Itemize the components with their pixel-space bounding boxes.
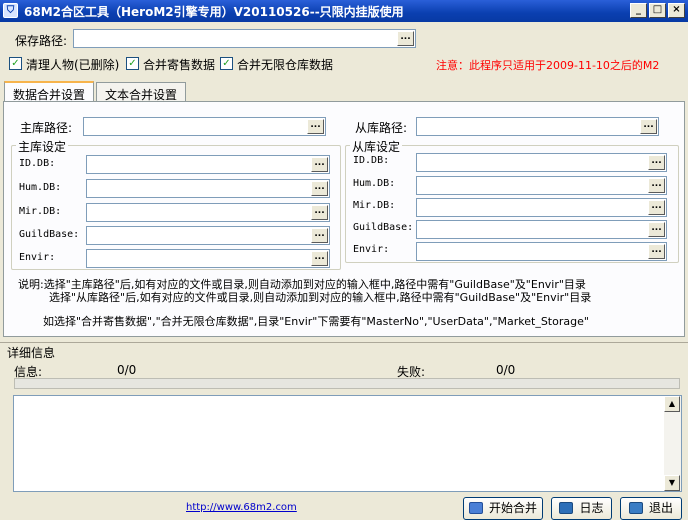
slave-mir-db-input[interactable]: ... bbox=[416, 198, 667, 217]
main-db-browse-button[interactable]: ... bbox=[307, 119, 324, 134]
main-envir-browse-button[interactable]: ... bbox=[311, 251, 328, 266]
merge-icon bbox=[468, 502, 483, 514]
instruction-line-2: 选择"从库路径"后,如有对应的文件或目录,则自动添加到对应的输入框中,路径中需有… bbox=[49, 291, 592, 304]
details-divider bbox=[0, 342, 688, 343]
main-db-path-input[interactable]: ... bbox=[83, 117, 326, 136]
details-header: 详细信息 bbox=[7, 346, 56, 360]
slave-envir-input[interactable]: ... bbox=[416, 242, 667, 261]
data-merge-panel: 主库路径: ... 从库路径: ... 主库设定 ID.DB: ... Hum.… bbox=[3, 101, 685, 337]
notice-text: 注意：此程序只适用于2009-11-10之后的M2 bbox=[436, 59, 660, 72]
clear-characters-checkbox[interactable]: ✓ bbox=[9, 57, 22, 70]
merge-storage-checkbox[interactable]: ✓ bbox=[220, 57, 233, 70]
slave-envir-label: Envir: bbox=[353, 244, 390, 255]
app-shield-icon: ⛉ bbox=[3, 3, 18, 18]
slave-mir-db-label: Mir.DB: bbox=[353, 200, 396, 211]
tab-text-merge[interactable]: 文本合并设置 bbox=[96, 82, 187, 102]
slave-id-db-browse-button[interactable]: ... bbox=[648, 155, 665, 170]
main-hum-db-input[interactable]: ... bbox=[86, 179, 330, 198]
main-db-path-label: 主库路径: bbox=[20, 121, 73, 135]
start-merge-button[interactable]: 开始合并 bbox=[463, 497, 543, 520]
website-link[interactable]: http://www.68m2.com bbox=[186, 502, 297, 513]
info-value: 0/0 bbox=[117, 363, 137, 377]
main-id-db-input[interactable]: ... bbox=[86, 155, 330, 174]
tab-data-merge[interactable]: 数据合并设置 bbox=[4, 81, 95, 103]
window-title: 68M2合区工具（HeroM2引擎专用）V20110526--只限内挂版使用 bbox=[24, 5, 404, 19]
slave-envir-browse-button[interactable]: ... bbox=[648, 244, 665, 259]
exit-button-label: 退出 bbox=[648, 501, 673, 515]
scroll-up-icon[interactable]: ▲ bbox=[664, 396, 680, 412]
log-scrollbar[interactable]: ▲ ▼ bbox=[664, 396, 681, 491]
slave-hum-db-browse-button[interactable]: ... bbox=[648, 178, 665, 193]
save-path-input[interactable]: ... bbox=[73, 29, 416, 48]
log-button-label: 日志 bbox=[579, 501, 604, 515]
save-path-browse-button[interactable]: ... bbox=[397, 31, 414, 46]
slave-mir-db-browse-button[interactable]: ... bbox=[648, 200, 665, 215]
slave-db-path-label: 从库路径: bbox=[355, 121, 408, 135]
exit-door-icon bbox=[628, 502, 643, 514]
exit-button[interactable]: 退出 bbox=[620, 497, 682, 520]
slave-id-db-input[interactable]: ... bbox=[416, 153, 667, 172]
slave-guildbase-input[interactable]: ... bbox=[416, 220, 667, 239]
slave-guildbase-browse-button[interactable]: ... bbox=[648, 222, 665, 237]
main-envir-input[interactable]: ... bbox=[86, 249, 330, 268]
clear-characters-label: 清理人物(已删除) bbox=[26, 58, 120, 72]
main-mir-db-label: Mir.DB: bbox=[19, 206, 62, 217]
main-guildbase-browse-button[interactable]: ... bbox=[311, 228, 328, 243]
main-hum-db-browse-button[interactable]: ... bbox=[311, 181, 328, 196]
title-bar: ⛉ 68M2合区工具（HeroM2引擎专用）V20110526--只限内挂版使用… bbox=[0, 0, 688, 22]
slave-hum-db-label: Hum.DB: bbox=[353, 178, 396, 189]
main-envir-label: Envir: bbox=[19, 252, 56, 263]
main-mir-db-browse-button[interactable]: ... bbox=[311, 205, 328, 220]
fail-value: 0/0 bbox=[496, 363, 516, 377]
slave-db-group: 从库设定 ID.DB: ... Hum.DB: ... Mir.DB: ... … bbox=[345, 138, 679, 263]
main-guildbase-input[interactable]: ... bbox=[86, 226, 330, 245]
merge-storage-label: 合并无限仓库数据 bbox=[237, 58, 334, 72]
main-db-group: 主库设定 ID.DB: ... Hum.DB: ... Mir.DB: ... … bbox=[11, 138, 341, 270]
slave-db-path-input[interactable]: ... bbox=[416, 117, 659, 136]
main-hum-db-label: Hum.DB: bbox=[19, 182, 62, 193]
main-db-group-title: 主库设定 bbox=[16, 138, 69, 155]
log-button[interactable]: 日志 bbox=[551, 497, 612, 520]
save-path-label: 保存路径: bbox=[15, 34, 68, 48]
start-merge-label: 开始合并 bbox=[488, 501, 537, 515]
main-id-db-label: ID.DB: bbox=[19, 158, 56, 169]
main-guildbase-label: GuildBase: bbox=[19, 229, 80, 240]
slave-hum-db-input[interactable]: ... bbox=[416, 176, 667, 195]
main-mir-db-input[interactable]: ... bbox=[86, 203, 330, 222]
merge-progress-bar bbox=[14, 378, 680, 389]
merge-consignment-checkbox[interactable]: ✓ bbox=[126, 57, 139, 70]
minimize-button[interactable]: _ bbox=[630, 3, 647, 18]
log-textarea[interactable]: ▲ ▼ bbox=[13, 395, 682, 492]
slave-guildbase-label: GuildBase: bbox=[353, 222, 414, 233]
maximize-button[interactable]: □ bbox=[649, 3, 666, 18]
slave-db-browse-button[interactable]: ... bbox=[640, 119, 657, 134]
slave-id-db-label: ID.DB: bbox=[353, 155, 390, 166]
close-button[interactable]: × bbox=[668, 3, 685, 18]
log-icon bbox=[559, 502, 574, 514]
scroll-down-icon[interactable]: ▼ bbox=[664, 475, 680, 491]
instruction-line-3: 如选择"合并寄售数据","合并无限仓库数据",目录"Envir"下需要有"Mas… bbox=[43, 315, 589, 328]
merge-consignment-label: 合并寄售数据 bbox=[143, 58, 216, 72]
main-id-db-browse-button[interactable]: ... bbox=[311, 157, 328, 172]
slave-db-group-title: 从库设定 bbox=[350, 138, 403, 155]
